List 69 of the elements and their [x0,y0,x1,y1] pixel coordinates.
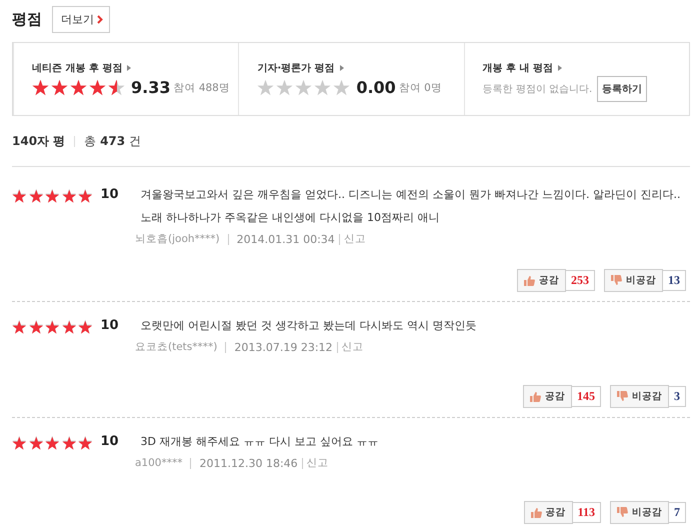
star-icon [62,435,76,450]
thumbs-down-icon [617,391,628,402]
like-button[interactable]: 공감 [517,269,566,292]
triangle-icon [127,65,132,71]
star-icon [45,319,60,334]
star-icon [333,79,350,96]
star-icon [45,188,60,202]
star-icon [78,188,92,202]
dislike-count: 13 [663,270,686,291]
rating-label[interactable]: 기자·평론가 평점 [257,61,335,75]
star-icon [28,188,43,202]
star-icon [32,79,49,96]
star-icon [295,79,312,96]
dislike-button[interactable]: 비공감 [610,501,669,524]
rating-label[interactable]: 개봉 후 내 평점 [482,61,554,75]
star-icon [276,79,294,96]
thumbs-down-icon [617,507,628,518]
thumbs-up-icon [530,507,542,518]
dislike-count: 7 [669,502,686,523]
average-score: 9.33 [131,78,170,97]
triangle-icon [340,65,344,71]
star-icon [257,79,274,96]
review-date: 2014.01.31 00:34 [236,232,335,246]
empty-message: 등록한 평점이 없습니다. [482,83,592,96]
list-title: 140자 평 [12,132,66,150]
dislike-button[interactable]: 비공감 [610,385,669,408]
triangle-icon [558,65,562,71]
thumbs-down-icon [611,275,622,286]
like-count: 113 [572,502,601,523]
dislike-button[interactable]: 비공감 [604,269,663,292]
star-icon [28,435,43,450]
star-icon [62,319,76,334]
star-icon [314,79,332,96]
rating-label[interactable]: 네티즌 개봉 후 평점 [32,61,122,75]
like-button[interactable]: 공감 [523,385,572,408]
star-icon [62,188,76,202]
total-count: 총 473 건 [84,132,141,150]
chevron-icon [97,14,103,24]
star-icon [12,188,26,202]
review-text: 오랫만에 어린시절 봤던 것 생각하고 봤는데 다시봐도 역시 명작인듯 [140,318,478,334]
star-icon [45,435,60,450]
thumbs-up-icon [524,275,535,286]
more-button[interactable]: 더보기 [52,6,110,32]
participant-count: 참여 488명 [173,80,230,94]
participant-count: 참여 0명 [398,80,442,94]
star-icon [89,79,106,96]
review-date: 2013.07.19 23:12 [234,340,333,354]
register-button[interactable]: 등록하기 [597,76,648,102]
review-score: 10 [100,187,120,202]
star-icon [51,79,68,96]
star-icon [108,79,125,96]
like-count: 145 [572,386,601,407]
review-text: 겨울왕국보고와서 깊은 깨우침을 얻었다.. 디즈니는 예전의 소울이 뭔가 빠져나간 느낌이다. 알라딘이 진리다.. 노래 하나하나가 주옥같은 내인생에 다시없을 10점짜리 애니 [140,187,682,226]
review-date: 2011.12.30 18:46 [199,456,298,470]
star-icon [70,79,87,96]
thumbs-up-icon [530,391,541,402]
like-count: 253 [566,270,595,291]
section-title: 평점 [12,10,42,28]
review-text: 3D 재개봉 해주세요 ㅠㅠ 다시 보고 싶어요 ㅠㅠ [140,434,380,450]
star-icon [28,319,43,334]
star-icon [78,319,92,334]
star-icon [12,319,26,334]
like-button[interactable]: 공감 [524,501,573,524]
dislike-count: 3 [669,386,686,407]
review-score: 10 [100,318,120,333]
star-icon [12,435,26,450]
average-score: 0.00 [356,78,396,97]
review-score: 10 [100,434,120,449]
star-icon [78,435,92,450]
